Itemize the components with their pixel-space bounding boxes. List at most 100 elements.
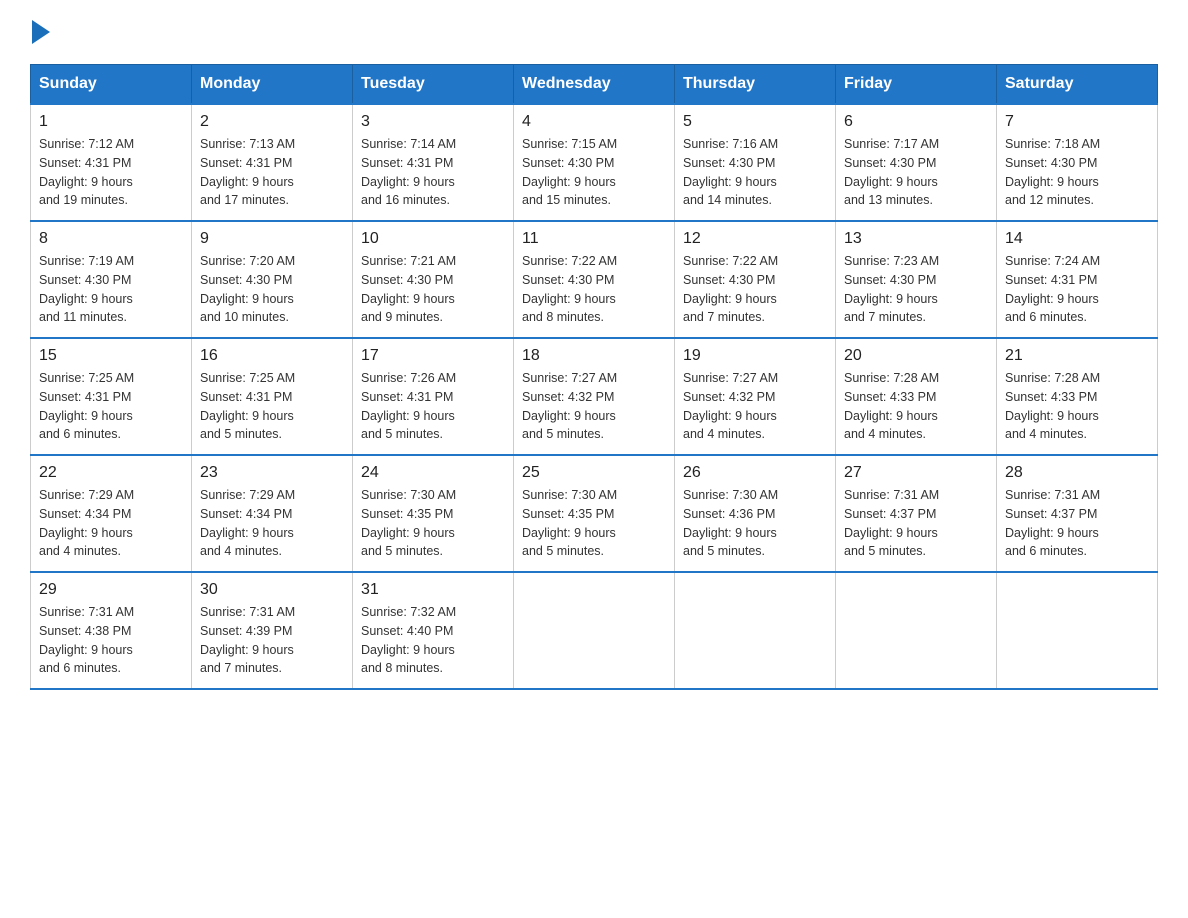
day-number: 21 [1005, 347, 1149, 365]
day-info: Sunrise: 7:16 AMSunset: 4:30 PMDaylight:… [683, 137, 778, 207]
calendar-day-cell: 1 Sunrise: 7:12 AMSunset: 4:31 PMDayligh… [31, 104, 192, 221]
day-of-week-header: Wednesday [514, 65, 675, 105]
day-number: 6 [844, 113, 988, 131]
page-header [30, 20, 1158, 44]
day-info: Sunrise: 7:22 AMSunset: 4:30 PMDaylight:… [683, 254, 778, 324]
calendar-day-cell: 14 Sunrise: 7:24 AMSunset: 4:31 PMDaylig… [997, 221, 1158, 338]
day-number: 9 [200, 230, 344, 248]
calendar-day-cell: 23 Sunrise: 7:29 AMSunset: 4:34 PMDaylig… [192, 455, 353, 572]
day-info: Sunrise: 7:28 AMSunset: 4:33 PMDaylight:… [1005, 371, 1100, 441]
day-number: 16 [200, 347, 344, 365]
day-info: Sunrise: 7:26 AMSunset: 4:31 PMDaylight:… [361, 371, 456, 441]
day-number: 20 [844, 347, 988, 365]
calendar-day-cell: 22 Sunrise: 7:29 AMSunset: 4:34 PMDaylig… [31, 455, 192, 572]
day-info: Sunrise: 7:17 AMSunset: 4:30 PMDaylight:… [844, 137, 939, 207]
calendar-table: SundayMondayTuesdayWednesdayThursdayFrid… [30, 64, 1158, 690]
day-number: 13 [844, 230, 988, 248]
day-of-week-header: Tuesday [353, 65, 514, 105]
calendar-header-row: SundayMondayTuesdayWednesdayThursdayFrid… [31, 65, 1158, 105]
day-number: 18 [522, 347, 666, 365]
calendar-day-cell: 8 Sunrise: 7:19 AMSunset: 4:30 PMDayligh… [31, 221, 192, 338]
calendar-day-cell: 2 Sunrise: 7:13 AMSunset: 4:31 PMDayligh… [192, 104, 353, 221]
day-number: 14 [1005, 230, 1149, 248]
day-number: 3 [361, 113, 505, 131]
day-info: Sunrise: 7:19 AMSunset: 4:30 PMDaylight:… [39, 254, 134, 324]
calendar-day-cell [514, 572, 675, 689]
day-of-week-header: Sunday [31, 65, 192, 105]
day-info: Sunrise: 7:31 AMSunset: 4:38 PMDaylight:… [39, 605, 134, 675]
day-info: Sunrise: 7:13 AMSunset: 4:31 PMDaylight:… [200, 137, 295, 207]
day-number: 15 [39, 347, 183, 365]
day-info: Sunrise: 7:18 AMSunset: 4:30 PMDaylight:… [1005, 137, 1100, 207]
day-info: Sunrise: 7:27 AMSunset: 4:32 PMDaylight:… [683, 371, 778, 441]
calendar-day-cell: 17 Sunrise: 7:26 AMSunset: 4:31 PMDaylig… [353, 338, 514, 455]
day-number: 7 [1005, 113, 1149, 131]
calendar-week-row: 15 Sunrise: 7:25 AMSunset: 4:31 PMDaylig… [31, 338, 1158, 455]
day-info: Sunrise: 7:12 AMSunset: 4:31 PMDaylight:… [39, 137, 134, 207]
day-number: 1 [39, 113, 183, 131]
calendar-day-cell: 28 Sunrise: 7:31 AMSunset: 4:37 PMDaylig… [997, 455, 1158, 572]
calendar-day-cell: 29 Sunrise: 7:31 AMSunset: 4:38 PMDaylig… [31, 572, 192, 689]
day-number: 30 [200, 581, 344, 599]
calendar-day-cell: 7 Sunrise: 7:18 AMSunset: 4:30 PMDayligh… [997, 104, 1158, 221]
calendar-day-cell: 12 Sunrise: 7:22 AMSunset: 4:30 PMDaylig… [675, 221, 836, 338]
day-number: 11 [522, 230, 666, 248]
day-info: Sunrise: 7:31 AMSunset: 4:37 PMDaylight:… [844, 488, 939, 558]
calendar-day-cell: 3 Sunrise: 7:14 AMSunset: 4:31 PMDayligh… [353, 104, 514, 221]
day-of-week-header: Thursday [675, 65, 836, 105]
day-info: Sunrise: 7:29 AMSunset: 4:34 PMDaylight:… [200, 488, 295, 558]
day-info: Sunrise: 7:32 AMSunset: 4:40 PMDaylight:… [361, 605, 456, 675]
day-number: 12 [683, 230, 827, 248]
day-info: Sunrise: 7:29 AMSunset: 4:34 PMDaylight:… [39, 488, 134, 558]
calendar-week-row: 29 Sunrise: 7:31 AMSunset: 4:38 PMDaylig… [31, 572, 1158, 689]
calendar-day-cell: 9 Sunrise: 7:20 AMSunset: 4:30 PMDayligh… [192, 221, 353, 338]
day-info: Sunrise: 7:20 AMSunset: 4:30 PMDaylight:… [200, 254, 295, 324]
day-number: 25 [522, 464, 666, 482]
calendar-week-row: 1 Sunrise: 7:12 AMSunset: 4:31 PMDayligh… [31, 104, 1158, 221]
day-info: Sunrise: 7:14 AMSunset: 4:31 PMDaylight:… [361, 137, 456, 207]
calendar-day-cell: 15 Sunrise: 7:25 AMSunset: 4:31 PMDaylig… [31, 338, 192, 455]
calendar-day-cell: 16 Sunrise: 7:25 AMSunset: 4:31 PMDaylig… [192, 338, 353, 455]
calendar-day-cell: 10 Sunrise: 7:21 AMSunset: 4:30 PMDaylig… [353, 221, 514, 338]
day-of-week-header: Friday [836, 65, 997, 105]
calendar-day-cell: 4 Sunrise: 7:15 AMSunset: 4:30 PMDayligh… [514, 104, 675, 221]
calendar-day-cell: 20 Sunrise: 7:28 AMSunset: 4:33 PMDaylig… [836, 338, 997, 455]
calendar-day-cell: 24 Sunrise: 7:30 AMSunset: 4:35 PMDaylig… [353, 455, 514, 572]
day-number: 17 [361, 347, 505, 365]
day-info: Sunrise: 7:27 AMSunset: 4:32 PMDaylight:… [522, 371, 617, 441]
day-number: 29 [39, 581, 183, 599]
day-number: 28 [1005, 464, 1149, 482]
day-info: Sunrise: 7:31 AMSunset: 4:39 PMDaylight:… [200, 605, 295, 675]
day-info: Sunrise: 7:21 AMSunset: 4:30 PMDaylight:… [361, 254, 456, 324]
calendar-day-cell [836, 572, 997, 689]
logo [30, 20, 50, 44]
day-info: Sunrise: 7:30 AMSunset: 4:35 PMDaylight:… [522, 488, 617, 558]
day-of-week-header: Monday [192, 65, 353, 105]
calendar-day-cell: 19 Sunrise: 7:27 AMSunset: 4:32 PMDaylig… [675, 338, 836, 455]
day-number: 24 [361, 464, 505, 482]
calendar-day-cell: 25 Sunrise: 7:30 AMSunset: 4:35 PMDaylig… [514, 455, 675, 572]
calendar-day-cell: 26 Sunrise: 7:30 AMSunset: 4:36 PMDaylig… [675, 455, 836, 572]
calendar-day-cell: 6 Sunrise: 7:17 AMSunset: 4:30 PMDayligh… [836, 104, 997, 221]
day-number: 2 [200, 113, 344, 131]
day-info: Sunrise: 7:28 AMSunset: 4:33 PMDaylight:… [844, 371, 939, 441]
calendar-day-cell: 13 Sunrise: 7:23 AMSunset: 4:30 PMDaylig… [836, 221, 997, 338]
day-info: Sunrise: 7:23 AMSunset: 4:30 PMDaylight:… [844, 254, 939, 324]
day-number: 27 [844, 464, 988, 482]
day-number: 23 [200, 464, 344, 482]
calendar-day-cell [675, 572, 836, 689]
calendar-day-cell [997, 572, 1158, 689]
day-number: 31 [361, 581, 505, 599]
logo-triangle-icon [32, 20, 50, 44]
calendar-day-cell: 18 Sunrise: 7:27 AMSunset: 4:32 PMDaylig… [514, 338, 675, 455]
day-number: 8 [39, 230, 183, 248]
day-number: 19 [683, 347, 827, 365]
day-info: Sunrise: 7:22 AMSunset: 4:30 PMDaylight:… [522, 254, 617, 324]
day-info: Sunrise: 7:24 AMSunset: 4:31 PMDaylight:… [1005, 254, 1100, 324]
day-info: Sunrise: 7:25 AMSunset: 4:31 PMDaylight:… [39, 371, 134, 441]
calendar-week-row: 8 Sunrise: 7:19 AMSunset: 4:30 PMDayligh… [31, 221, 1158, 338]
day-info: Sunrise: 7:30 AMSunset: 4:35 PMDaylight:… [361, 488, 456, 558]
day-number: 26 [683, 464, 827, 482]
day-info: Sunrise: 7:15 AMSunset: 4:30 PMDaylight:… [522, 137, 617, 207]
day-info: Sunrise: 7:31 AMSunset: 4:37 PMDaylight:… [1005, 488, 1100, 558]
